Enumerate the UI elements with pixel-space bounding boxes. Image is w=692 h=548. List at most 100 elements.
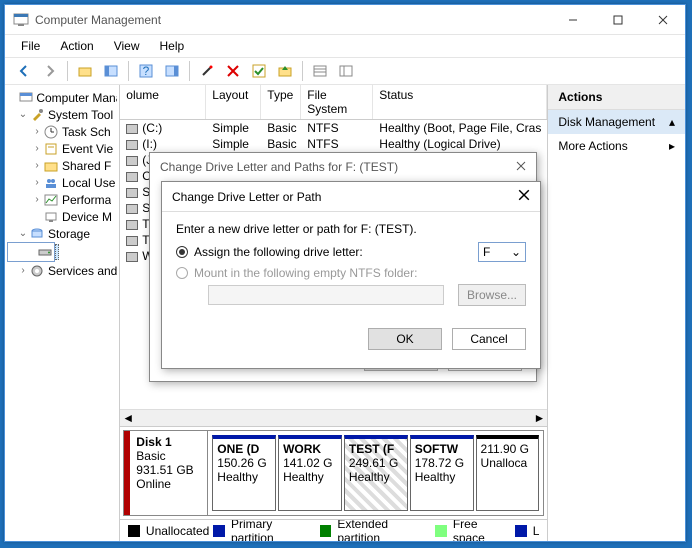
services-icon	[29, 263, 45, 279]
opt-mount-label: Mount in the following empty NTFS folder…	[194, 266, 417, 280]
drive-icon	[126, 172, 138, 182]
browse-button: Browse...	[458, 284, 526, 306]
dialog1-title: Change Drive Letter and Paths for F: (TE…	[160, 160, 398, 174]
menu-file[interactable]: File	[13, 37, 48, 55]
tree-storage[interactable]: Storage	[48, 227, 90, 241]
storage-icon	[29, 226, 45, 242]
tree-item[interactable]: Local Use	[62, 176, 115, 190]
window-title: Computer Management	[35, 13, 550, 27]
legend-unalloc: Unallocated	[146, 524, 209, 538]
legend: Unallocated Primary partition Extended p…	[120, 519, 547, 541]
help-icon[interactable]: ?	[135, 60, 157, 82]
back-icon[interactable]	[13, 60, 35, 82]
drive-icon	[126, 252, 138, 262]
actions-pane: Actions Disk Management▴ More Actions▸	[548, 85, 685, 541]
dlg2-ok-button[interactable]: OK	[368, 328, 442, 350]
drive-icon	[126, 124, 138, 134]
scroll-right-icon[interactable]: ►	[533, 411, 545, 425]
menu-help[interactable]: Help	[152, 37, 193, 55]
action-diskmgmt[interactable]: Disk Management▴	[548, 110, 685, 134]
grid-header: olume Layout Type File System Status	[120, 85, 547, 120]
tree-item[interactable]: Shared F	[62, 159, 111, 173]
tree-diskmgmt[interactable]: Disk Mar	[55, 244, 59, 260]
clock-icon	[43, 124, 59, 140]
disk-header[interactable]: Disk 1 Basic 931.51 GB Online	[124, 431, 208, 515]
tree-systools[interactable]: System Tool	[48, 108, 113, 122]
menu-action[interactable]: Action	[52, 37, 101, 55]
tree-item[interactable]: Device M	[62, 210, 112, 224]
tree-item[interactable]: Performa	[62, 193, 111, 207]
maximize-button[interactable]	[595, 5, 640, 34]
disk-pane: Disk 1 Basic 931.51 GB Online ONE (D150.…	[120, 426, 547, 519]
disk-icon	[38, 244, 52, 260]
tree-root[interactable]: Computer Mana	[36, 91, 117, 105]
partition[interactable]: SOFTW178.72 GHealthy	[410, 435, 474, 511]
partition[interactable]: WORK141.02 GHealthy	[278, 435, 342, 511]
partition[interactable]: TEST (F249.61 GHealthy	[344, 435, 408, 511]
radio-assign-letter[interactable]	[176, 246, 188, 258]
partition[interactable]: ONE (D150.26 GHealthy	[212, 435, 276, 511]
close-button[interactable]	[640, 5, 685, 34]
collapse-icon: ▴	[669, 115, 675, 129]
actions-header: Actions	[548, 85, 685, 110]
toolbar: ?	[5, 57, 685, 85]
dialog1-titlebar: Change Drive Letter and Paths for F: (TE…	[150, 153, 536, 181]
dialog2-prompt: Enter a new drive letter or path for F: …	[176, 222, 526, 236]
legend-l: L	[533, 524, 540, 538]
menu-view[interactable]: View	[106, 37, 148, 55]
mount-path-input	[208, 285, 444, 305]
col-type[interactable]: Type	[261, 85, 301, 119]
disk-type: Basic	[136, 449, 201, 463]
drive-letter-select[interactable]: F⌄	[478, 242, 526, 262]
drive-icon	[126, 220, 138, 230]
menubar: File Action View Help	[5, 35, 685, 57]
close-icon[interactable]	[516, 160, 526, 174]
tree-services[interactable]: Services and	[48, 264, 117, 278]
minimize-button[interactable]	[550, 5, 595, 34]
check-icon[interactable]	[248, 60, 270, 82]
delete-icon[interactable]	[222, 60, 244, 82]
dialog2-title: Change Drive Letter or Path	[172, 190, 321, 204]
drive-icon	[126, 204, 138, 214]
tree-pane[interactable]: Computer Mana ⌄System Tool ›Task Sch ›Ev…	[5, 85, 120, 541]
dlg2-cancel-button[interactable]: Cancel	[452, 328, 526, 350]
drive-icon	[126, 188, 138, 198]
action-more[interactable]: More Actions▸	[548, 134, 685, 158]
col-layout[interactable]: Layout	[206, 85, 261, 119]
legend-ext: Extended partition	[337, 519, 431, 541]
wand-icon[interactable]	[196, 60, 218, 82]
panel-icon[interactable]	[100, 60, 122, 82]
col-filesystem[interactable]: File System	[301, 85, 373, 119]
tree-item[interactable]: Task Sch	[62, 125, 111, 139]
partition[interactable]: 211.90 GUnalloca	[476, 435, 540, 511]
app-icon	[13, 12, 29, 28]
change-letter-dialog: Change Drive Letter or Path Enter a new …	[161, 181, 541, 369]
chevron-down-icon: ⌄	[511, 245, 521, 259]
col-status[interactable]: Status	[373, 85, 547, 119]
close-icon[interactable]	[518, 189, 530, 204]
titlebar: Computer Management	[5, 5, 685, 35]
disk-name: Disk 1	[136, 435, 201, 449]
legend-free: Free space	[453, 519, 511, 541]
scroll-left-icon[interactable]: ◄	[122, 411, 134, 425]
table-row[interactable]: (I:)SimpleBasicNTFSHealthy (Logical Driv…	[120, 136, 547, 152]
folder-icon[interactable]	[74, 60, 96, 82]
panel2-icon[interactable]	[161, 60, 183, 82]
device-icon	[43, 209, 59, 225]
disk-size: 931.51 GB	[136, 463, 201, 477]
table-row[interactable]: (C:)SimpleBasicNTFSHealthy (Boot, Page F…	[120, 120, 547, 136]
col-volume[interactable]: olume	[120, 85, 206, 119]
drive-icon	[126, 236, 138, 246]
detail-icon[interactable]	[335, 60, 357, 82]
drive-icon	[126, 140, 138, 150]
tree-item[interactable]: Event Vie	[62, 142, 113, 156]
forward-icon[interactable]	[39, 60, 61, 82]
users-icon	[43, 175, 59, 191]
list-icon[interactable]	[309, 60, 331, 82]
legend-primary: Primary partition	[231, 519, 316, 541]
up-icon[interactable]	[274, 60, 296, 82]
h-scrollbar[interactable]: ◄ ►	[120, 409, 547, 426]
expand-icon: ▸	[669, 139, 675, 153]
svg-text:?: ?	[143, 64, 150, 78]
radio-mount-folder[interactable]	[176, 267, 188, 279]
